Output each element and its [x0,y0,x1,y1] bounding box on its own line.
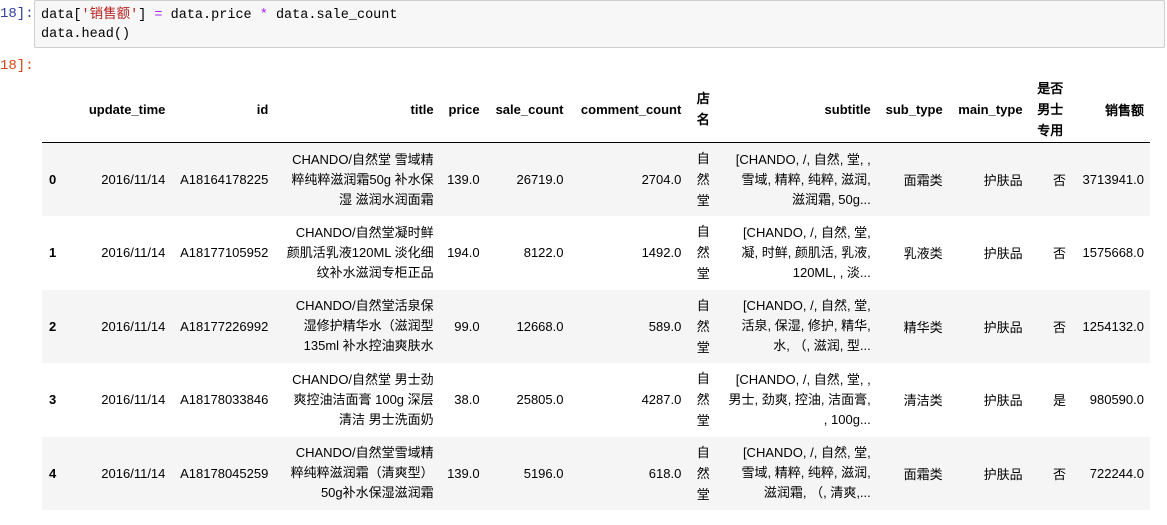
input-prompt: 18]: [0,6,34,22]
cell-subtitle: [CHANDO, /, 自然, 堂, 活泉, 保湿, 修护, 精华, 水, （, 滋… [741,298,871,354]
cell-id: A18178045259 [180,465,269,481]
cell-men-only: 否 [1053,246,1067,262]
cell-sales: 1254132.0 [1082,318,1144,334]
cell-comment-count: 1492.0 [641,245,682,261]
cell-main-type: 护肤品 [983,173,1023,188]
cell-sub-type: 乳液类 [903,246,943,262]
cell-men-only: 否 [1053,319,1067,335]
cell-id: A18178033846 [180,392,269,408]
cell-title: CHANDO/自然堂雪域精 粹纯粹滋润霜（清爽型） 50g补水保湿滋润霜 [290,445,434,501]
cell-sales: 980590.0 [1089,392,1144,408]
code-line-1: data['销售额'] = data.price * data.sale_cou… [41,8,398,23]
cell-men-only: 是 [1053,393,1067,409]
cell-price: 139.0 [447,172,480,187]
cell-id: A18177226992 [180,318,269,334]
col-sub-type: sub_type [876,76,949,143]
cell-sale-count: 5196.0 [523,465,564,481]
cell-comment-count: 4287.0 [641,392,682,408]
cell-title: CHANDO/自然堂活泉保 湿修护精华水（滋润型 135ml 补水控油爽肤水 [295,298,434,354]
col-index-header [42,76,70,143]
code-cell-input[interactable]: data['销售额'] = data.price * data.sale_cou… [34,0,1165,48]
cell-sales: 3713941.0 [1082,172,1144,187]
cell-main-type: 护肤品 [983,246,1023,262]
cell-shop: 自然堂 [696,444,710,502]
cell-id: A18177105952 [180,245,269,261]
cell-sales: 722244.0 [1089,465,1144,481]
cell-shop: 自然堂 [696,224,710,282]
cell-sub-type: 面霜类 [903,173,943,188]
cell-price: 38.0 [454,392,480,408]
cell-title: CHANDO/自然堂 男士劲 爽控油洁面膏 100g 深层 清洁 男士洗面奶 [292,371,434,427]
col-id: id [171,76,275,143]
row-index: 3 [49,392,57,408]
cell-sub-type: 精华类 [903,319,943,335]
col-men-only: 是否男士专用 [1028,76,1073,143]
cell-title: CHANDO/自然堂 雪域精 粹纯粹滋润霜50g 补水保湿 滋润水润面霜 [291,151,434,207]
col-title: title [274,76,440,143]
cell-update-time: 2016/11/14 [101,245,166,261]
cell-main-type: 护肤品 [983,466,1023,482]
col-price: price [439,76,486,143]
cell-sale-count: 26719.0 [516,172,564,187]
cell-main-type: 护肤品 [983,319,1023,335]
cell-men-only: 否 [1053,466,1067,482]
cell-update-time: 2016/11/14 [101,172,166,187]
cell-price: 99.0 [454,318,480,334]
code-line-2: data.head() [41,27,131,42]
cell-comment-count: 2704.0 [641,172,682,187]
col-subtitle: subtitle [719,76,877,143]
table-row: 0 2016/11/14 A18164178225 CHANDO/自然堂 雪域精… [42,142,1150,216]
cell-main-type: 护肤品 [983,393,1023,409]
cell-sub-type: 清洁类 [903,393,943,409]
row-index: 2 [49,318,57,334]
cell-comment-count: 618.0 [648,465,682,481]
cell-price: 194.0 [447,245,480,261]
col-update-time: update_time [69,76,172,143]
table-row: 2 2016/11/14 A18177226992 CHANDO/自然堂活泉保湿… [42,289,1150,363]
cell-sub-type: 面霜类 [903,466,943,482]
table-row: 1 2016/11/14 A18177105952 CHANDO/自然堂凝时鲜颜… [42,216,1150,290]
cell-sale-count: 25805.0 [516,392,564,408]
cell-shop: 自然堂 [696,151,710,208]
cell-sale-count: 12668.0 [516,318,564,334]
table-header: update_time id title price sale_count co… [42,76,1150,143]
cell-update-time: 2016/11/14 [101,318,166,334]
cell-title: CHANDO/自然堂凝时鲜 颜肌活乳液120ML 淡化细 纹补水滋润专柜正品 [286,224,434,280]
cell-update-time: 2016/11/14 [101,465,166,481]
cell-shop: 自然堂 [696,297,710,355]
col-sales: 销售额 [1072,76,1150,143]
table-row: 4 2016/11/14 A18178045259 CHANDO/自然堂雪域精粹… [42,436,1150,510]
output-dataframe: update_time id title price sale_count co… [42,76,1150,510]
cell-subtitle: [CHANDO, /, 自然, 堂, 凝, 时鲜, 颜肌活, 乳液, 120ML, … [741,224,871,280]
col-sale-count: sale_count [485,76,570,143]
cell-shop: 自然堂 [696,371,710,429]
dataframe-table: update_time id title price sale_count co… [42,76,1150,510]
output-prompt: 18]: [0,58,34,74]
cell-subtitle: [CHANDO, /, 自然, 堂, , 男士, 劲爽, 控油, 洁面膏,, 10… [728,371,871,427]
cell-sales: 1575668.0 [1082,245,1144,261]
cell-men-only: 否 [1053,173,1067,188]
cell-subtitle: [CHANDO, /, 自然, 堂, , 雪域, 精粹, 纯粹, 滋润, 滋润霜, … [735,151,871,207]
table-row: 3 2016/11/14 A18178033846 CHANDO/自然堂 男士劲… [42,363,1150,437]
cell-update-time: 2016/11/14 [101,392,166,408]
cell-id: A18164178225 [180,172,269,187]
col-main-type: main_type [948,76,1029,143]
header-row: update_time id title price sale_count co… [42,76,1150,143]
row-index: 0 [49,172,57,187]
row-index: 1 [49,245,57,261]
cell-subtitle: [CHANDO, /, 自然, 堂, 雪域, 精粹, 纯粹, 滋润, 滋润霜, （,… [741,445,871,501]
col-comment-count: comment_count [569,76,688,143]
col-shop: 店名 [687,76,720,143]
cell-comment-count: 589.0 [648,318,682,334]
row-index: 4 [49,465,57,481]
cell-sale-count: 8122.0 [523,245,564,261]
table-body: 0 2016/11/14 A18164178225 CHANDO/自然堂 雪域精… [42,142,1150,510]
cell-price: 139.0 [447,465,480,481]
